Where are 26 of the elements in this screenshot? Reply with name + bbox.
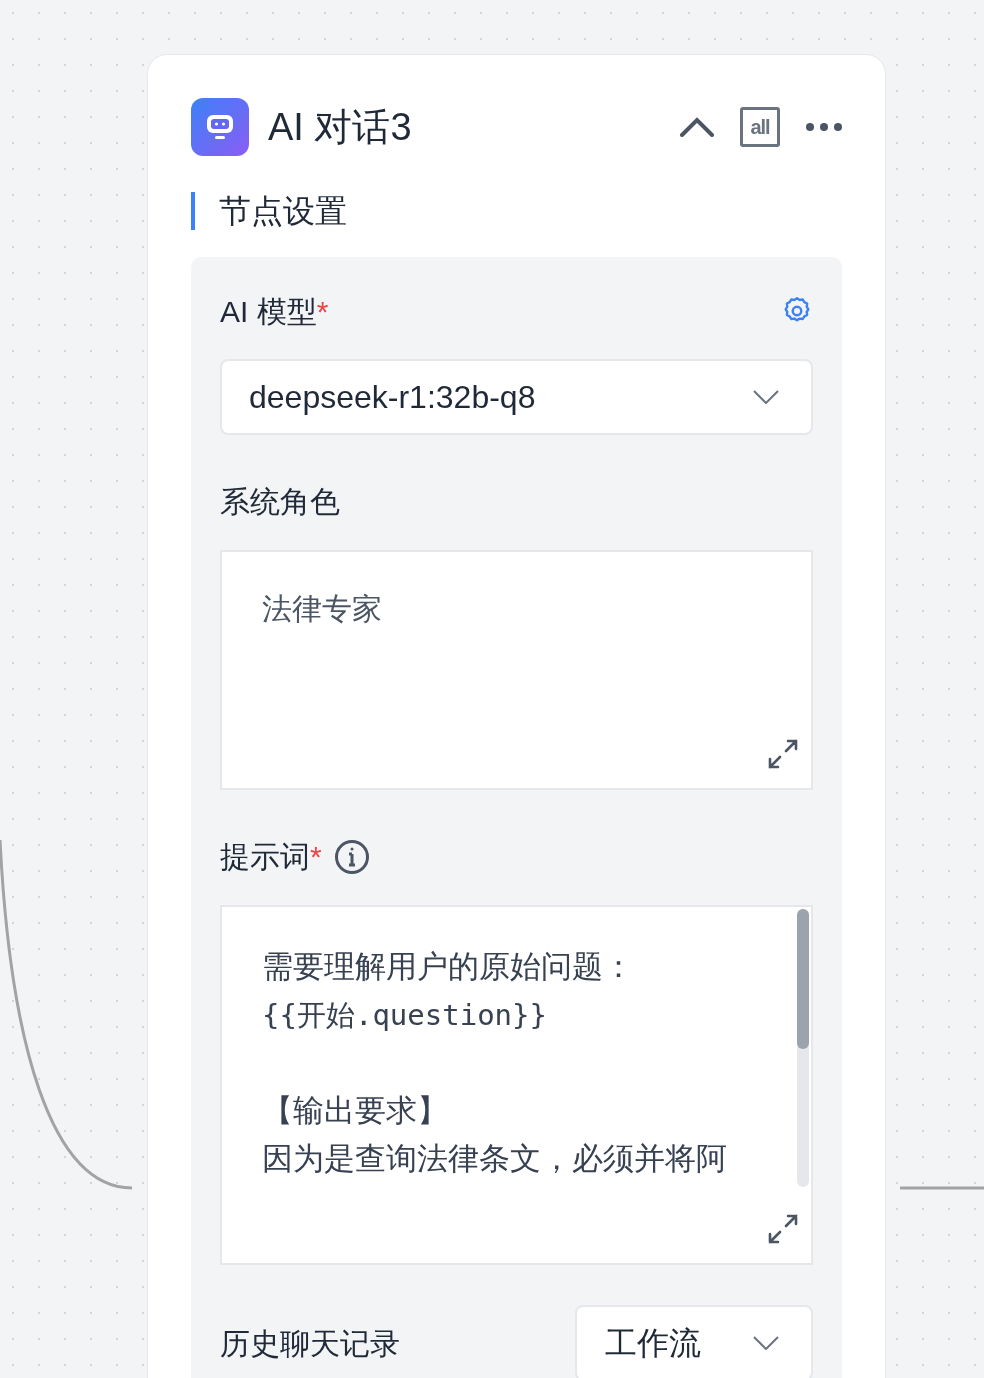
- expand-icon[interactable]: [767, 738, 799, 770]
- chevron-down-icon: [753, 390, 779, 404]
- more-icon[interactable]: [806, 123, 842, 131]
- expand-icon[interactable]: [767, 1213, 799, 1245]
- section-title: 节点设置: [219, 192, 347, 231]
- robot-icon: [191, 98, 249, 156]
- field-label: 历史聊天记录: [220, 1325, 400, 1362]
- field-label: 系统角色: [220, 484, 341, 520]
- info-icon[interactable]: [333, 838, 370, 875]
- chevron-down-icon: [753, 1336, 779, 1350]
- model-select[interactable]: deepseek-r1:32b-q8: [220, 359, 813, 435]
- chevron-up-icon[interactable]: [680, 117, 714, 137]
- node-title: AI 对话3: [268, 104, 412, 150]
- required-asterisk: *: [316, 293, 329, 330]
- prompt-line: {{开始.question}}: [262, 997, 547, 1034]
- prompt-line: 【输出要求】: [262, 1092, 448, 1130]
- system-role-textarea[interactable]: 法律专家: [220, 550, 813, 790]
- prompt-textarea[interactable]: 需要理解用户的原始问题： {{开始.question}} 【输出要求】 因为是查询法律条文，必须并将阿: [220, 905, 813, 1265]
- history-select[interactable]: 工作流: [575, 1305, 813, 1378]
- prompt-line: 因为是查询法律条文，必须并将阿: [262, 1140, 727, 1178]
- field-label: 提示词: [220, 839, 310, 875]
- section-accent-bar: [191, 192, 195, 230]
- all-toggle-button[interactable]: all: [740, 107, 780, 147]
- field-label: AI 模型: [220, 293, 317, 330]
- prompt-line: 需要理解用户的原始问题：: [262, 948, 634, 986]
- required-asterisk: *: [310, 839, 322, 875]
